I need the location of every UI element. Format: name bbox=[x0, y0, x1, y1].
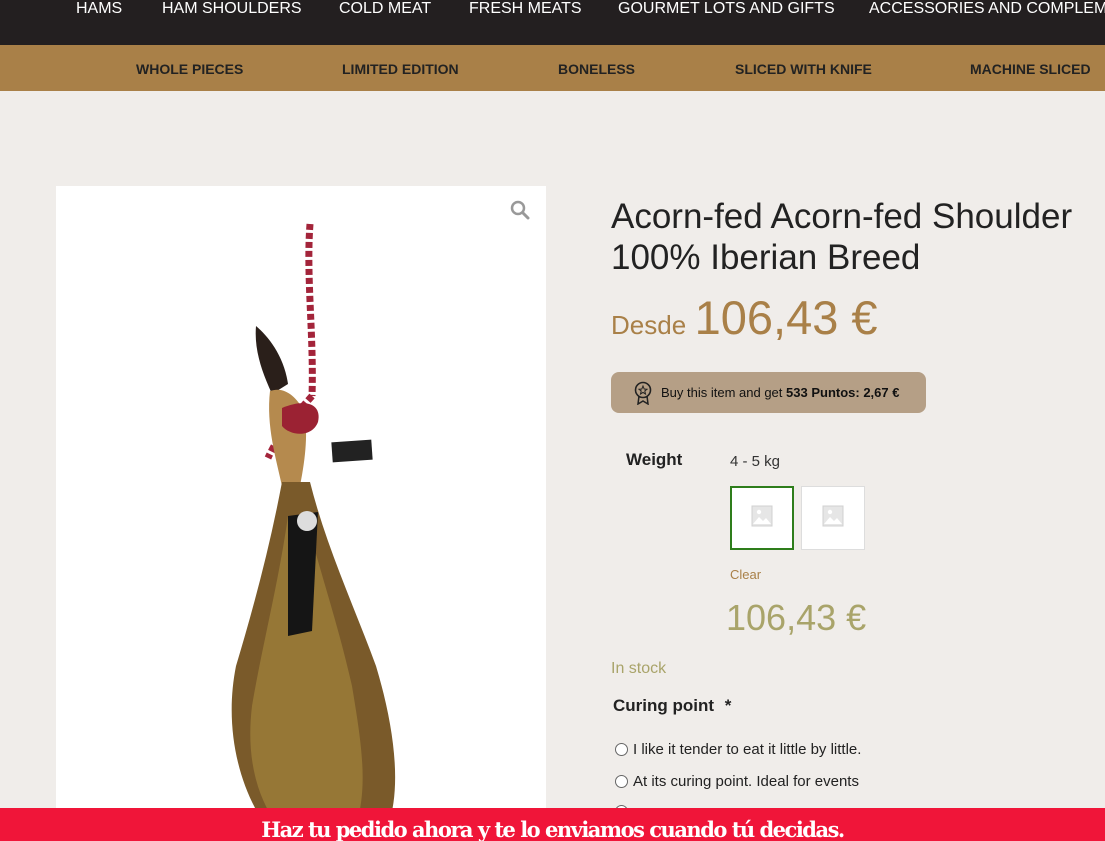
curing-option-1[interactable]: I like it tender to eat it little by lit… bbox=[615, 741, 861, 758]
weight-selected-value: 4 - 5 kg bbox=[730, 453, 781, 470]
loyalty-points-prefix: Buy this item and get bbox=[661, 385, 783, 400]
ham-shoulder-illustration bbox=[231, 223, 396, 826]
promo-banner-text: Haz tu pedido ahora y te lo enviamos cua… bbox=[261, 817, 845, 841]
subnav-item-sliced-with-knife[interactable]: SLICED WITH KNIFE bbox=[735, 61, 872, 77]
sub-navigation: WHOLE PIECES LIMITED EDITION BONELESS SL… bbox=[0, 45, 1105, 91]
stock-status: In stock bbox=[611, 660, 667, 677]
nav-item-accessories[interactable]: ACCESSORIES AND COMPLEM bbox=[869, 0, 1105, 18]
weight-swatch-option-2[interactable] bbox=[801, 486, 865, 550]
subnav-item-limited-edition[interactable]: LIMITED EDITION bbox=[342, 61, 459, 77]
product-title-line-1: Acorn-fed Acorn-fed Shoulder bbox=[611, 197, 1073, 236]
curing-option-1-radio[interactable] bbox=[615, 743, 628, 756]
weight-label: Weight bbox=[626, 450, 683, 469]
curing-option-1-label: I like it tender to eat it little by lit… bbox=[633, 741, 862, 758]
required-marker: * bbox=[724, 696, 732, 715]
product-image[interactable] bbox=[56, 186, 546, 826]
subnav-item-boneless[interactable]: BONELESS bbox=[558, 61, 635, 77]
loyalty-points-value: 533 Puntos: 2,67 € bbox=[786, 385, 900, 400]
price-prefix: Desde bbox=[611, 310, 687, 340]
product-title: Acorn-fed Acorn-fed Shoulder 100% Iberia… bbox=[611, 196, 1105, 278]
nav-item-cold-meat[interactable]: COLD MEAT bbox=[339, 0, 431, 18]
image-placeholder-icon bbox=[822, 505, 844, 532]
nav-item-fresh-meats[interactable]: FRESH MEATS bbox=[469, 0, 582, 18]
clear-selection-link[interactable]: Clear bbox=[730, 567, 761, 582]
nav-item-gourmet-lots[interactable]: GOURMET LOTS AND GIFTS bbox=[618, 0, 835, 18]
subnav-item-machine-sliced[interactable]: MACHINE SLICED bbox=[970, 61, 1091, 77]
curing-option-2-radio[interactable] bbox=[615, 775, 628, 788]
price-row: Desde 106,43 € bbox=[611, 290, 878, 345]
top-navigation: HAMS HAM SHOULDERS COLD MEAT FRESH MEATS… bbox=[0, 0, 1105, 45]
award-badge-icon bbox=[633, 381, 653, 405]
curing-option-2[interactable]: At its curing point. Ideal for events bbox=[615, 773, 859, 790]
nav-item-ham-shoulders[interactable]: HAM SHOULDERS bbox=[162, 0, 302, 18]
curing-option-2-label: At its curing point. Ideal for events bbox=[633, 773, 859, 790]
nav-item-hams[interactable]: HAMS bbox=[76, 0, 122, 18]
promo-banner[interactable]: Haz tu pedido ahora y te lo enviamos cua… bbox=[0, 808, 1105, 841]
loyalty-points-box: Buy this item and get 533 Puntos: 2,67 € bbox=[611, 372, 926, 413]
product-price: 106,43 € bbox=[694, 291, 878, 344]
product-title-line-2: 100% Iberian Breed bbox=[611, 238, 921, 277]
subnav-item-whole-pieces[interactable]: WHOLE PIECES bbox=[136, 61, 243, 77]
curing-point-label-text: Curing point bbox=[613, 696, 715, 715]
variation-price: 106,43 € bbox=[726, 597, 867, 638]
weight-swatch-option-1[interactable] bbox=[730, 486, 794, 550]
curing-point-label: Curing point * bbox=[613, 696, 731, 716]
image-placeholder-icon bbox=[751, 505, 773, 532]
loyalty-points-text: Buy this item and get 533 Puntos: 2,67 € bbox=[661, 385, 899, 400]
zoom-icon[interactable] bbox=[510, 200, 530, 225]
